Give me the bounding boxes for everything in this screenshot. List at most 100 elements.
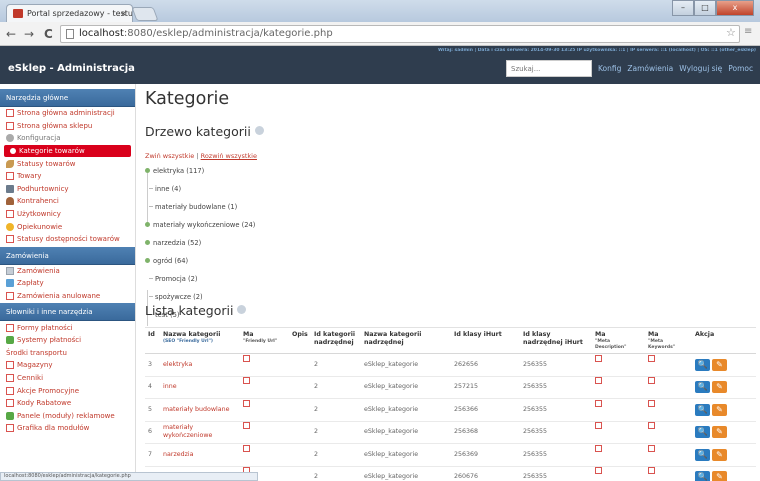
sidebar-item-label: Podhurtownicy — [17, 184, 69, 193]
tree-node[interactable]: materiały budowlane (1) — [149, 203, 237, 212]
nav-wyloguj[interactable]: Wyloguj się — [679, 64, 722, 73]
sidebar-item[interactable]: Akcje Promocyjne — [0, 384, 135, 397]
sidebar-item[interactable]: Statusy dostępności towarów — [0, 233, 135, 246]
tree-expand-icon[interactable] — [145, 258, 150, 263]
new-tab-button[interactable] — [131, 7, 159, 21]
category-name-link[interactable]: narzedzia — [160, 443, 240, 467]
category-name-link[interactable]: elektryka — [160, 353, 240, 377]
collapse-all-link[interactable]: Zwiń wszystkie — [145, 152, 194, 160]
sidebar-item[interactable]: Towary — [0, 170, 135, 183]
menu-icon[interactable]: ≡ — [744, 26, 752, 37]
bookmark-star-icon[interactable]: ☆ — [726, 26, 736, 39]
sidebar-item[interactable]: Systemy płatności — [0, 334, 135, 347]
coins-icon — [6, 222, 14, 231]
sidebar-item[interactable]: Kategorie towarów — [4, 144, 131, 158]
sidebar-item[interactable]: Cenniki — [0, 372, 135, 385]
tree-node[interactable]: ogród (64) — [145, 257, 188, 266]
view-button[interactable]: 🔍 — [695, 448, 710, 461]
edit-button[interactable]: ✎ — [712, 426, 727, 439]
checkbox-icon — [595, 377, 602, 385]
column-header-label: Akcja — [695, 331, 715, 338]
sidebar-section-header[interactable]: Słowniki i inne narzędzia — [0, 303, 135, 322]
sidebar-item[interactable]: Strona główna sklepu — [0, 120, 135, 133]
sidebar-item[interactable]: Panele (moduły) reklamowe — [0, 409, 135, 422]
help-icon[interactable] — [254, 126, 264, 135]
sidebar-item[interactable]: Kontrahenci — [0, 195, 135, 208]
sidebar-item[interactable]: Użytkownicy — [0, 208, 135, 221]
sidebar-item[interactable]: Opiekunowie — [0, 220, 135, 233]
column-header-sub: "Meta Keywords" — [648, 339, 676, 350]
tree-expand-icon[interactable] — [145, 240, 150, 245]
url-host: localhost — [79, 28, 124, 39]
minimize-button[interactable]: – — [672, 0, 694, 16]
edit-button[interactable]: ✎ — [712, 358, 727, 371]
screen: Portal sprzedazowy - testu × – □ x ← → C… — [0, 0, 760, 481]
tree-expand-icon[interactable] — [145, 168, 150, 173]
action-cell: 🔍 ✎ — [692, 421, 756, 444]
tree-node[interactable]: narzedzia (52) — [145, 239, 201, 248]
sidebar-item[interactable]: Grafika dla modułów — [0, 422, 135, 435]
id-cell: 6 — [145, 421, 160, 444]
flag-cell — [240, 353, 289, 377]
back-icon[interactable]: ← — [6, 25, 16, 43]
tree-node[interactable]: elektryka (117) — [145, 167, 204, 176]
sidebar-item[interactable]: Formy płatności — [0, 321, 135, 334]
tree-node[interactable]: materiały wykończeniowe (24) — [145, 221, 255, 230]
sidebar-item[interactable]: Strona główna administracji — [0, 107, 135, 120]
tree-node[interactable]: Promocja (2) — [149, 275, 197, 284]
expand-all-link[interactable]: Rozwiń wszystkie — [201, 152, 257, 160]
view-button[interactable]: 🔍 — [695, 403, 710, 416]
tab-close-icon[interactable]: × — [120, 5, 127, 22]
tree-expand-icon[interactable] — [145, 222, 150, 227]
view-button[interactable]: 🔍 — [695, 381, 710, 394]
maximize-button[interactable]: □ — [694, 0, 716, 16]
action-buttons: 🔍 ✎ — [695, 471, 727, 481]
view-button[interactable]: 🔍 — [695, 471, 710, 481]
browser-tab[interactable]: Portal sprzedazowy - testu × — [6, 4, 133, 22]
category-name-link[interactable]: inne — [160, 376, 240, 399]
id-cell: 5 — [145, 398, 160, 422]
category-name-link[interactable]: materiały wykończeniowe — [160, 421, 240, 444]
box-icon — [6, 235, 14, 244]
brand-title[interactable]: eSklep - Administracja — [8, 63, 135, 74]
reload-icon[interactable]: C — [44, 25, 53, 43]
tree-line — [147, 173, 148, 227]
sidebar-item[interactable]: Środki transportu — [0, 347, 135, 360]
box-icon — [6, 121, 14, 130]
sidebar-item[interactable]: Kody Rabatowe — [0, 397, 135, 410]
sidebar-item[interactable]: Konfiguracja — [0, 132, 135, 145]
checkbox-icon — [595, 444, 602, 452]
close-window-button[interactable]: x — [716, 0, 754, 16]
sidebar-item[interactable]: Zamówienia anulowane — [0, 290, 135, 303]
action-buttons: 🔍 ✎ — [695, 381, 727, 394]
help-icon[interactable] — [237, 305, 247, 314]
column-header: Akcja — [692, 327, 756, 354]
nav-konfig[interactable]: Konfig — [598, 64, 621, 73]
view-button[interactable]: 🔍 — [695, 358, 710, 371]
sidebar-item[interactable]: Statusy towarów — [0, 157, 135, 170]
edit-button[interactable]: ✎ — [712, 448, 727, 461]
sidebar-item[interactable]: Podhurtownicy — [0, 183, 135, 196]
tree-node[interactable]: inne (4) — [149, 185, 181, 194]
forward-icon[interactable]: → — [24, 25, 34, 43]
tree-node[interactable]: spożywcze (2) — [149, 293, 203, 302]
edit-button[interactable]: ✎ — [712, 471, 727, 481]
edit-button[interactable]: ✎ — [712, 381, 727, 394]
table-header-row: Id Nazwa kategorii (SEO "Friendly Url") Ma "… — [145, 327, 756, 354]
view-button[interactable]: 🔍 — [695, 426, 710, 439]
sidebar-item-label: Statusy towarów — [17, 159, 76, 168]
sidebar-section-header[interactable]: Zamówienia — [0, 246, 135, 265]
category-name-link[interactable]: materiały budowlane — [160, 398, 240, 422]
sidebar-section-header[interactable]: Narzędzia główne — [0, 89, 135, 107]
sidebar-item-label: Użytkownicy — [17, 210, 61, 219]
column-header: Nazwa kategorii (SEO "Friendly Url") — [160, 327, 240, 354]
checkbox-icon — [648, 354, 655, 362]
nav-zamowienia[interactable]: Zamówienia — [627, 64, 673, 73]
edit-button[interactable]: ✎ — [712, 403, 727, 416]
sidebar-item[interactable]: Magazyny — [0, 359, 135, 372]
sidebar-item[interactable]: Zamówienia — [0, 265, 135, 278]
address-bar[interactable]: localhost:8080/esklep/administracja/kate… — [60, 25, 740, 43]
nav-pomoc[interactable]: Pomoc — [728, 64, 753, 73]
sidebar-item[interactable]: Zapłaty — [0, 277, 135, 290]
search-input[interactable] — [506, 60, 592, 77]
